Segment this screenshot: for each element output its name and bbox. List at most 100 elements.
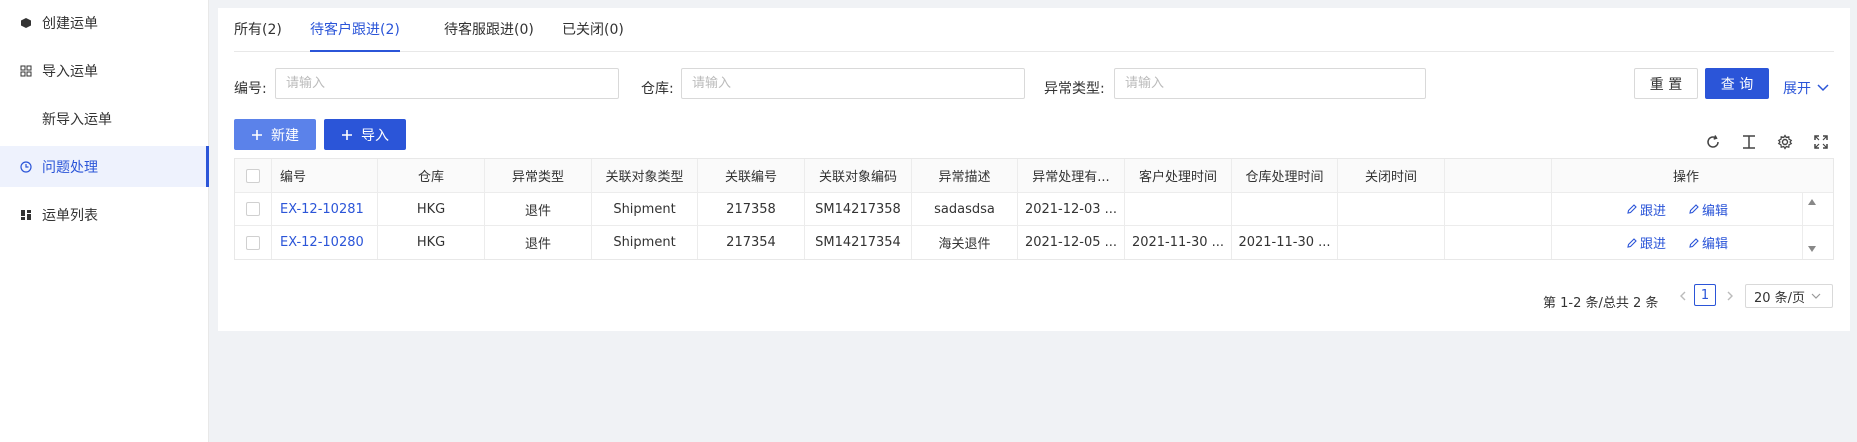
column-header: 仓库 [378,159,485,192]
main-panel: 所有(2) 待客户跟进(2) 待客服跟进(0) 已关闭(0) 编号: 仓库: 异… [218,8,1850,331]
page-size-value: 20 条/页 [1754,290,1806,306]
object-type-cell: Shipment [592,226,698,259]
column-header [1445,159,1552,192]
cube-icon [21,17,31,28]
follow-up-label: 跟进 [1639,203,1666,219]
table-header-row: 编号 仓库 异常类型 关联对象类型 关联编号 关联对象编码 异常描述 异常处理有… [235,159,1833,193]
prev-page-icon[interactable] [1679,291,1687,301]
warehouse-filter-label: 仓库: [641,81,674,97]
scroll-up-icon[interactable] [1808,199,1816,205]
sidebar-item-label: 导入运单 [42,63,98,80]
warehouse-time-cell [1232,193,1338,225]
column-height-icon[interactable] [1741,134,1757,150]
sidebar-item-label: 运单列表 [42,207,98,224]
sidebar-item-new-import-waybill[interactable]: 新导入运单 [0,98,209,139]
edit-label: 编辑 [1702,237,1729,252]
issue-code-link[interactable]: EX-12-10280 [272,226,378,259]
dashboard-icon [21,209,31,220]
query-button[interactable]: 查 询 [1705,68,1769,99]
reset-button[interactable]: 重 置 [1634,68,1698,99]
plus-icon [252,129,262,140]
exception-type-cell: 退件 [485,193,592,225]
grid-icon [20,65,32,76]
scroll-down-icon[interactable] [1808,246,1816,252]
issue-table: 编号 仓库 异常类型 关联对象类型 关联编号 关联对象编码 异常描述 异常处理有… [234,158,1834,260]
follow-up-label: 跟进 [1639,237,1666,252]
page-1-button[interactable]: 1 [1694,284,1716,306]
refresh-icon[interactable] [1705,134,1721,150]
actions-cell: 跟进 编辑 [1552,193,1802,225]
edit-icon [1689,204,1699,214]
row-select-cell[interactable] [235,226,272,259]
clock-icon [20,160,32,173]
related-number-cell: 217354 [698,226,805,259]
edit-icon [1689,237,1699,248]
warehouse-cell: HKG [378,193,485,225]
sidebar-item-create-waybill[interactable]: 创建运单 [0,2,209,43]
expand-toggle[interactable]: 展开 [1783,78,1829,98]
column-header: 异常处理有... [1018,159,1125,192]
object-type-cell: Shipment [592,193,698,225]
column-header: 异常描述 [912,159,1018,192]
customer-time-cell: 2021-11-30 ... [1125,226,1232,259]
expand-label: 展开 [1783,81,1811,97]
column-header: 仓库处理时间 [1232,159,1338,192]
edit-label: 编辑 [1702,203,1729,219]
actions-cell: 跟进 编辑 [1552,226,1802,259]
gear-icon[interactable] [1777,134,1793,150]
object-code-cell: SM14217354 [805,226,912,259]
tab-all[interactable]: 所有(2) [234,8,282,52]
object-code-cell: SM14217358 [805,193,912,225]
import-button[interactable]: 导入 [324,119,406,150]
close-time-cell [1338,193,1445,225]
select-all-cell[interactable] [235,159,272,192]
follow-up-link[interactable]: 跟进 [1626,233,1666,252]
column-header: 操作 [1672,170,1699,185]
exception-type-cell: 退件 [485,226,592,259]
row-checkbox[interactable] [246,235,260,250]
fullscreen-icon[interactable] [1813,134,1829,150]
row-checkbox[interactable] [246,202,260,216]
warehouse-filter-input[interactable] [681,68,1025,99]
row-select-cell[interactable] [235,193,272,225]
table-scrollbar[interactable] [1802,226,1820,259]
customer-time-cell [1125,193,1232,225]
pagination-summary: 第 1-2 条/总共 2 条 [1543,296,1659,311]
close-time-cell [1338,226,1445,259]
tab-pending-service[interactable]: 待客服跟进(0) [444,8,534,52]
column-header: 关闭时间 [1338,159,1445,192]
tab-bar: 所有(2) 待客户跟进(2) 待客服跟进(0) 已关闭(0) [234,8,1834,52]
tab-pending-customer[interactable]: 待客户跟进(2) [310,8,400,52]
table-scrollbar[interactable] [1802,193,1820,225]
exception-type-filter-input[interactable] [1114,68,1426,99]
next-page-icon[interactable] [1726,291,1734,301]
follow-up-link[interactable]: 跟进 [1626,200,1666,219]
new-button[interactable]: 新建 [234,119,316,150]
deadline-cell: 2021-12-03 ... [1018,193,1125,225]
blank-cell [1445,226,1552,259]
import-button-label: 导入 [361,127,389,144]
table-row: EX-12-10281 HKG 退件 Shipment 217358 SM142… [235,193,1833,226]
chevron-down-icon [1817,84,1829,92]
column-header: 关联对象类型 [592,159,698,192]
plus-icon [342,129,352,140]
edit-link[interactable]: 编辑 [1688,200,1728,219]
column-header: 编号 [272,159,378,192]
tab-closed[interactable]: 已关闭(0) [562,8,624,52]
description-cell: 海关退件 [912,226,1018,259]
sidebar-item-label: 新导入运单 [42,111,112,128]
description-cell: sadasdsa [912,193,1018,225]
code-filter-label: 编号: [234,81,267,97]
column-header: 异常类型 [485,159,592,192]
page-size-select[interactable]: 20 条/页 [1745,284,1833,308]
chevron-down-icon [1811,293,1821,299]
issue-code-link[interactable]: EX-12-10281 [272,193,378,225]
sidebar-item-import-waybill[interactable]: 导入运单 [0,50,209,91]
code-filter-input[interactable] [275,68,619,99]
sidebar-item-waybill-list[interactable]: 运单列表 [0,194,209,235]
edit-link[interactable]: 编辑 [1688,233,1728,252]
new-button-label: 新建 [271,127,299,144]
sidebar-item-issue-handling[interactable]: 问题处理 [0,146,209,187]
select-all-checkbox[interactable] [246,168,260,183]
sidebar-item-label: 问题处理 [42,159,98,176]
